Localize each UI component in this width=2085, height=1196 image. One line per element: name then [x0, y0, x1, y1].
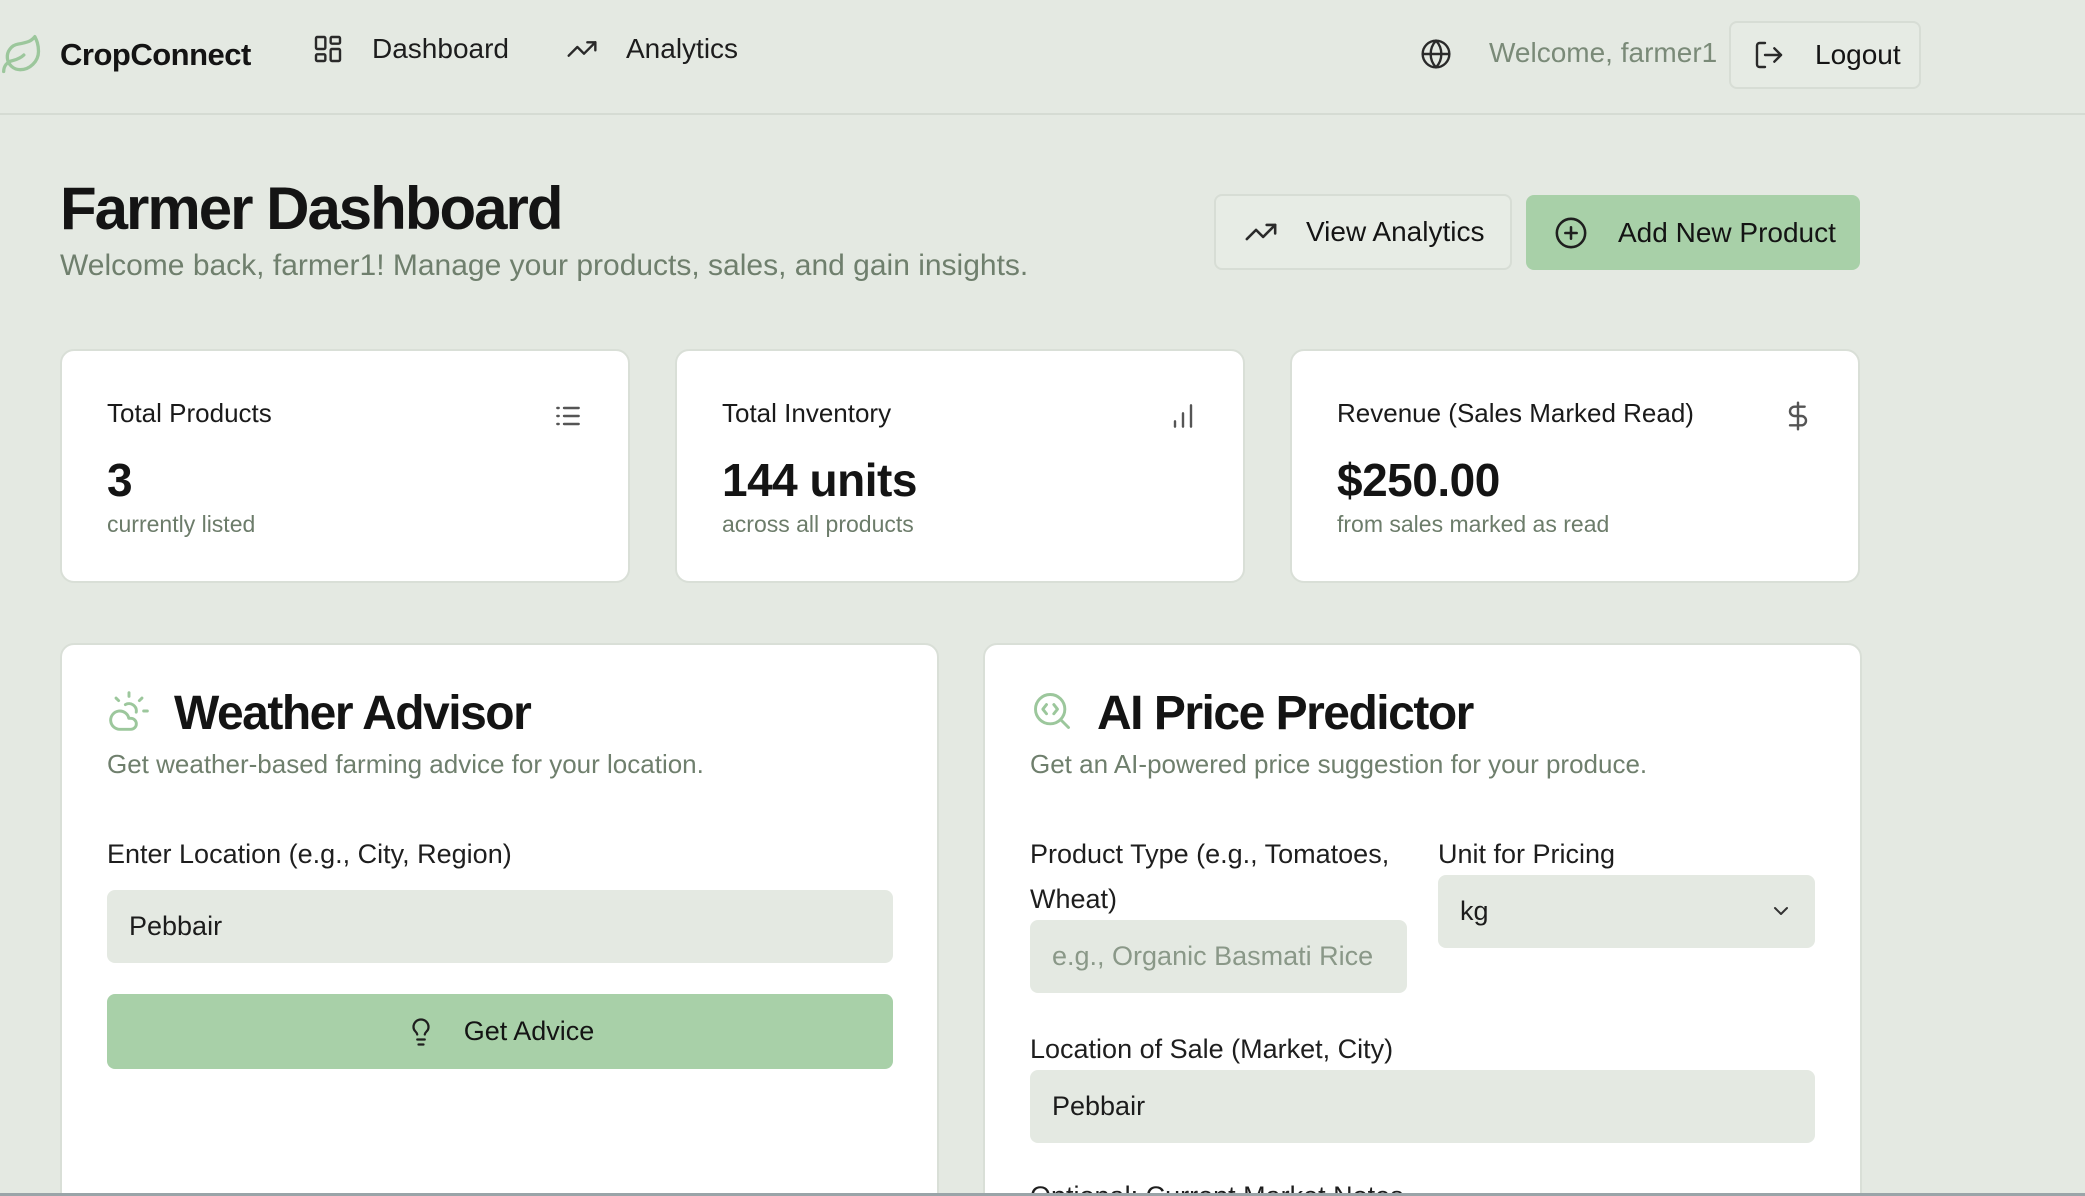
view-analytics-label: View Analytics — [1306, 216, 1485, 247]
nav-analytics-label: Analytics — [626, 33, 739, 64]
unit-select[interactable]: kg — [1438, 875, 1815, 948]
list-icon — [552, 400, 584, 432]
weather-advisor-subtitle: Get weather-based farming advice for you… — [107, 749, 704, 779]
product-type-label: Product Type (e.g., Tomatoes, Wheat) — [1030, 832, 1410, 922]
stat-desc: across all products — [722, 511, 914, 537]
stat-value: $250.00 — [1337, 454, 1500, 506]
location-input[interactable]: Pebbair — [107, 890, 893, 963]
nav-dashboard-label: Dashboard — [372, 33, 509, 64]
ai-price-predictor-card: AI Price Predictor Get an AI-powered pri… — [983, 643, 1862, 1196]
lightbulb-icon — [406, 1017, 436, 1047]
brand[interactable]: CropConnect — [0, 33, 251, 77]
dollar-icon — [1782, 400, 1814, 432]
ai-price-predictor-title: AI Price Predictor — [1097, 687, 1474, 740]
get-advice-label: Get Advice — [463, 1016, 595, 1046]
stat-desc: from sales marked as read — [1337, 511, 1610, 537]
welcome-text: Welcome, farmer1 — [1489, 37, 1718, 68]
add-new-product-label: Add New Product — [1618, 216, 1836, 248]
stat-card-revenue: Revenue (Sales Marked Read) $250.00 from… — [1290, 349, 1860, 583]
view-analytics-button[interactable]: View Analytics — [1214, 194, 1512, 270]
nav-dashboard[interactable]: Dashboard — [312, 33, 509, 65]
globe-icon[interactable] — [1420, 38, 1452, 70]
app-name: CropConnect — [60, 37, 251, 72]
unit-select-value: kg — [1460, 896, 1489, 926]
cloud-sun-icon — [107, 689, 151, 733]
location-input-value: Pebbair — [129, 911, 223, 941]
top-navbar: CropConnect Dashboard Analytics Welcome,… — [0, 0, 2085, 115]
page-title: Farmer Dashboard — [60, 175, 563, 242]
add-new-product-button[interactable]: Add New Product — [1526, 195, 1860, 270]
product-type-input[interactable]: e.g., Organic Basmati Rice — [1030, 920, 1407, 993]
nav-analytics[interactable]: Analytics — [566, 33, 738, 65]
chevron-down-icon — [1769, 899, 1793, 923]
trending-up-icon — [1244, 215, 1278, 249]
unit-for-pricing-label: Unit for Pricing — [1438, 839, 1616, 869]
stat-value: 3 — [107, 454, 133, 506]
location-of-sale-value: Pebbair — [1052, 1091, 1146, 1121]
weather-advisor-card: Weather Advisor Get weather-based farmin… — [60, 643, 939, 1196]
logout-icon — [1753, 39, 1785, 71]
product-type-placeholder: e.g., Organic Basmati Rice — [1052, 941, 1374, 971]
plus-circle-icon — [1554, 216, 1588, 250]
bar-chart-icon — [1167, 400, 1199, 432]
logout-label: Logout — [1815, 39, 1901, 70]
trending-up-icon — [566, 33, 598, 65]
stat-label: Total Products — [107, 398, 272, 428]
stat-label: Revenue (Sales Marked Read) — [1337, 398, 1694, 428]
stat-card-total-products: Total Products 3 currently listed — [60, 349, 630, 583]
logout-button[interactable]: Logout — [1729, 21, 1921, 89]
stat-value: 144 units — [722, 454, 917, 506]
stat-card-total-inventory: Total Inventory 144 units across all pro… — [675, 349, 1245, 583]
weather-advisor-title: Weather Advisor — [174, 687, 532, 740]
search-code-icon — [1030, 689, 1074, 733]
page-subtitle: Welcome back, farmer1! Manage your produ… — [60, 249, 1029, 282]
location-of-sale-input[interactable]: Pebbair — [1030, 1070, 1815, 1143]
product-type-label-line1: Product Type (e.g., Tomatoes, — [1030, 839, 1390, 869]
location-label: Enter Location (e.g., City, Region) — [107, 839, 512, 869]
leaf-icon — [0, 33, 44, 77]
layout-grid-icon — [312, 33, 344, 65]
ai-price-predictor-subtitle: Get an AI-powered price suggestion for y… — [1030, 749, 1648, 779]
stat-label: Total Inventory — [722, 398, 892, 428]
get-advice-button[interactable]: Get Advice — [107, 994, 893, 1069]
product-type-label-line2: Wheat) — [1030, 884, 1118, 914]
location-of-sale-label: Location of Sale (Market, City) — [1030, 1034, 1394, 1064]
stat-desc: currently listed — [107, 511, 256, 537]
